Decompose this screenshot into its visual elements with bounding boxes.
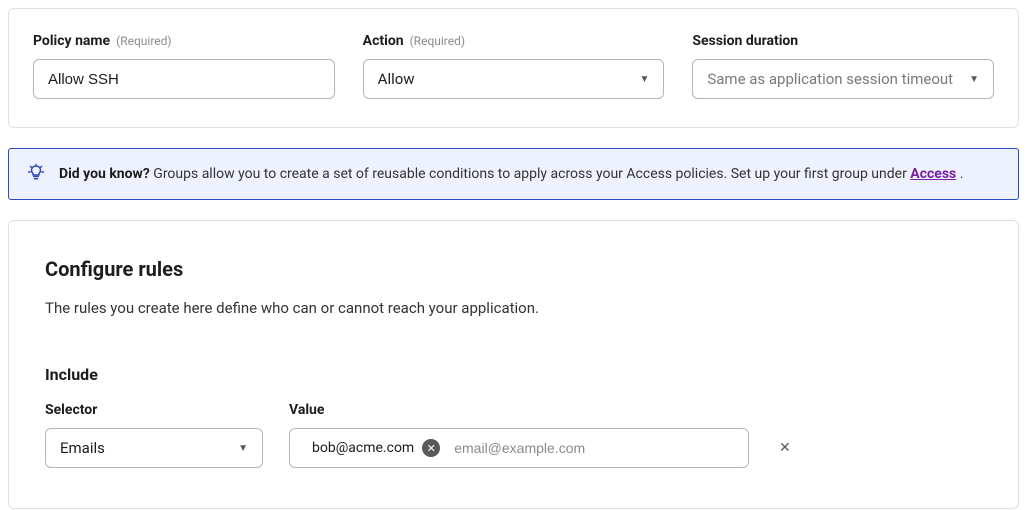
policy-form-card: Policy name (Required) Action (Required)… bbox=[8, 8, 1019, 128]
session-duration-label: Session duration bbox=[692, 33, 994, 49]
value-input[interactable] bbox=[454, 440, 740, 456]
action-select[interactable]: Allow ▼ bbox=[363, 59, 665, 99]
session-duration-field: Session duration Same as application ses… bbox=[692, 33, 994, 99]
caret-down-icon: ▼ bbox=[639, 74, 649, 85]
required-indicator: (Required) bbox=[410, 34, 465, 48]
include-heading: Include bbox=[45, 365, 982, 384]
selector-select[interactable]: Emails ▼ bbox=[45, 428, 263, 468]
action-label: Action (Required) bbox=[363, 33, 665, 49]
policy-name-input[interactable] bbox=[48, 71, 320, 88]
action-field: Action (Required) Allow ▼ bbox=[363, 33, 665, 99]
value-tags-input[interactable]: bob@acme.com ✕ bbox=[289, 428, 749, 468]
caret-down-icon: ▼ bbox=[969, 74, 979, 85]
selector-value: Emails bbox=[60, 439, 105, 457]
selector-label: Selector bbox=[45, 402, 263, 418]
include-rule-row: Selector Emails ▼ Value bob@acme.com ✕ ✕ bbox=[45, 402, 982, 468]
selector-column: Selector Emails ▼ bbox=[45, 402, 263, 468]
banner-link-access[interactable]: Access bbox=[910, 166, 956, 182]
caret-down-icon: ▼ bbox=[238, 443, 248, 454]
value-column: Value bob@acme.com ✕ bbox=[289, 402, 749, 468]
label-text: Policy name bbox=[33, 33, 110, 49]
session-duration-placeholder: Same as application session timeout bbox=[707, 70, 953, 88]
tag-text: bob@acme.com bbox=[312, 440, 414, 456]
policy-name-field: Policy name (Required) bbox=[33, 33, 335, 99]
required-indicator: (Required) bbox=[116, 34, 171, 48]
banner-body-before: Groups allow you to create a set of reus… bbox=[150, 166, 910, 182]
tag-remove-button[interactable]: ✕ bbox=[422, 439, 440, 457]
remove-rule-button[interactable]: ✕ bbox=[775, 436, 795, 460]
email-tag: bob@acme.com ✕ bbox=[298, 435, 446, 461]
value-label: Value bbox=[289, 402, 749, 418]
action-select-value: Allow bbox=[378, 70, 415, 88]
banner-strong: Did you know? bbox=[59, 166, 150, 182]
session-duration-select[interactable]: Same as application session timeout ▼ bbox=[692, 59, 994, 99]
policy-name-input-wrapper bbox=[33, 59, 335, 99]
info-banner: Did you know? Groups allow you to create… bbox=[8, 148, 1019, 200]
label-text: Session duration bbox=[692, 33, 798, 49]
rules-title: Configure rules bbox=[45, 257, 982, 281]
lightbulb-icon bbox=[27, 163, 45, 185]
policy-name-label: Policy name (Required) bbox=[33, 33, 335, 49]
label-text: Action bbox=[363, 33, 404, 49]
banner-text: Did you know? Groups allow you to create… bbox=[59, 166, 963, 182]
rules-description: The rules you create here define who can… bbox=[45, 299, 982, 317]
banner-body-after: . bbox=[956, 166, 963, 182]
configure-rules-card: Configure rules The rules you create her… bbox=[8, 220, 1019, 509]
